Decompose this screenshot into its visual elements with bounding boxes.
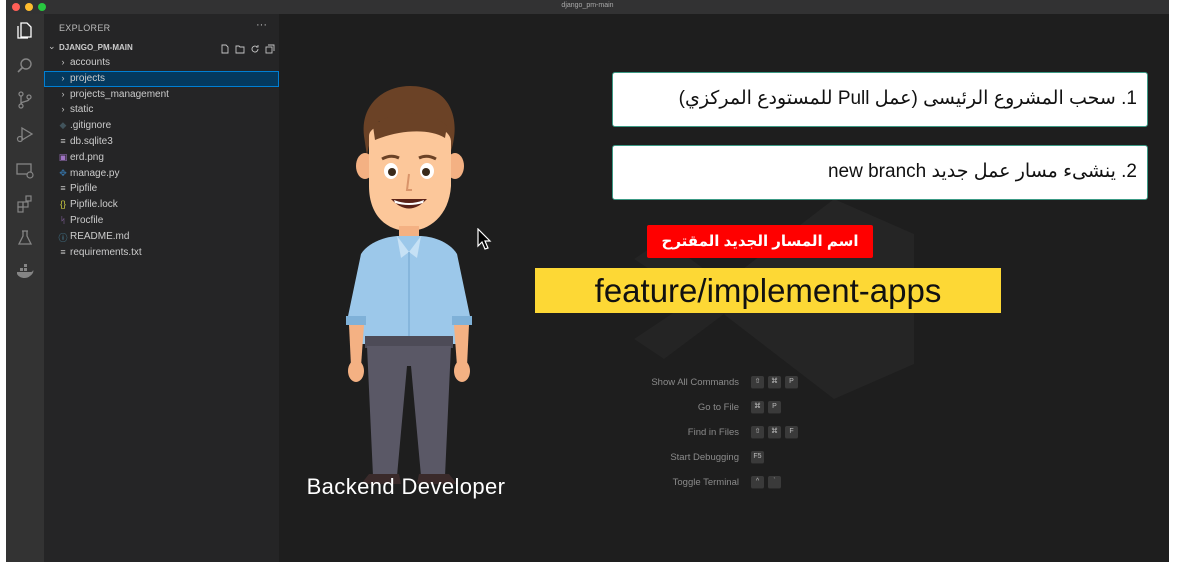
ctrl-key: ^ xyxy=(751,476,764,489)
file-lines-icon: ≡ xyxy=(60,136,66,146)
tree-item-label: manage.py xyxy=(70,167,120,179)
tree-item[interactable]: ≡ db.sqlite3 xyxy=(44,134,279,150)
source-control-icon[interactable] xyxy=(15,90,35,110)
shortcut-label: Find in Files xyxy=(687,427,739,438)
p-key: P xyxy=(768,401,781,414)
tree-item-label: static xyxy=(70,104,94,116)
info-icon: ⓘ xyxy=(58,232,68,243)
file-lines-icon: ≡ xyxy=(60,183,66,194)
tree-item-label: accounts xyxy=(70,57,111,68)
chevron-down-icon: ⌄ xyxy=(48,41,56,51)
refresh-icon[interactable] xyxy=(250,41,260,53)
project-name: DJANGO_PM-MAIN xyxy=(59,43,133,52)
new-file-icon[interactable] xyxy=(220,41,230,54)
tree-item-label: Pipfile.lock xyxy=(70,199,118,211)
tree-item[interactable]: ≡ requirements.txt xyxy=(44,245,279,261)
tree-item[interactable]: ✥ manage.py xyxy=(44,166,279,182)
tree-item-label: Pipfile xyxy=(70,183,98,195)
backend-developer-illustration xyxy=(346,86,472,484)
shortcut-find-in-files[interactable]: Find in Files ⇧ ⌘ F xyxy=(574,426,844,440)
tree-item-label: .gitignore xyxy=(70,120,112,132)
cmd-key: ⌘ xyxy=(751,401,764,414)
shortcut-go-to-file[interactable]: Go to File ⌘ P xyxy=(574,401,844,415)
new-folder-icon[interactable] xyxy=(235,41,245,54)
step-2-callout: 2. ينشىء مسار عمل جديد new branch xyxy=(612,145,1148,200)
extensions-icon[interactable] xyxy=(15,194,35,214)
tree-item-label: README.md xyxy=(70,230,130,242)
tree-item-label: projects_management xyxy=(70,88,169,100)
explorer-icon[interactable] xyxy=(15,20,35,40)
tree-item[interactable]: › projects xyxy=(44,70,279,87)
tree-item[interactable]: ▣ erd.png xyxy=(44,150,279,166)
python-icon: ✥ xyxy=(59,167,67,178)
shortcut-label: Go to File xyxy=(697,402,739,413)
run-debug-icon[interactable] xyxy=(15,124,35,144)
remote-explorer-icon[interactable] xyxy=(15,160,35,180)
shortcut-label: Show All Commands xyxy=(651,377,739,388)
tree-item-label: db.sqlite3 xyxy=(70,136,113,147)
backtick-key: ` xyxy=(768,476,781,489)
chevron-right-icon: › xyxy=(61,88,65,99)
project-root[interactable]: ⌄ DJANGO_PM-MAIN xyxy=(46,41,275,55)
explorer-sidebar: EXPLORER ··· ⌄ DJANGO_PM-MAIN › accounts ›… xyxy=(44,14,279,562)
suggested-branch-label: اسم المسار الجديد المقترح xyxy=(647,225,873,258)
activity-bar xyxy=(6,14,44,562)
tree-item-label: erd.png xyxy=(70,151,104,163)
shortcut-label: Start Debugging xyxy=(670,452,739,463)
collapse-all-icon[interactable] xyxy=(265,41,275,54)
tree-item[interactable]: ≡ Pipfile xyxy=(44,181,279,197)
tree-item[interactable]: › static xyxy=(44,102,279,118)
shortcut-toggle-terminal[interactable]: Toggle Terminal ^ ` xyxy=(574,476,844,490)
heroku-icon: ᛋ xyxy=(60,215,66,225)
vscode-window: django_pm-main EXPLORER ··· ⌄ DJANGO_PM-… xyxy=(6,0,1169,562)
tree-item[interactable]: {} Pipfile.lock xyxy=(44,197,279,213)
chevron-right-icon: › xyxy=(61,57,65,67)
cmd-key: ⌘ xyxy=(768,376,781,389)
json-braces-icon: {} xyxy=(59,199,66,210)
search-icon[interactable] xyxy=(15,56,35,76)
image-file-icon: ▣ xyxy=(58,151,68,162)
title-bar: django_pm-main xyxy=(6,0,1169,14)
shortcut-start-debugging[interactable]: Start Debugging F5 xyxy=(574,451,844,465)
shortcut-label: Toggle Terminal xyxy=(672,477,739,488)
tree-item[interactable]: ⓘ README.md xyxy=(44,229,279,245)
step-1-callout: 1. سحب المشروع الرئيسى (عمل Pull للمستود… xyxy=(612,72,1148,127)
tree-item-label: projects xyxy=(70,72,106,84)
mouse-pointer-icon xyxy=(477,228,492,250)
shortcut-show-all-commands[interactable]: Show All Commands ⇧ ⌘ P xyxy=(574,376,844,390)
testing-icon[interactable] xyxy=(15,228,35,248)
chevron-right-icon: › xyxy=(61,104,65,115)
cmd-key: ⌘ xyxy=(768,426,781,439)
tree-item[interactable]: › projects_management xyxy=(44,87,279,103)
window-title: django_pm-main xyxy=(561,2,614,9)
tree-item-label: requirements.txt xyxy=(70,246,142,258)
character-caption: Backend Developer xyxy=(306,474,506,499)
f5-key: F5 xyxy=(751,451,764,464)
editor-area: 1. سحب المشروع الرئيسى (عمل Pull للمستود… xyxy=(279,14,1169,562)
git-icon: ◆ xyxy=(59,120,67,131)
file-lines-icon: ≡ xyxy=(60,246,66,257)
tree-item-label: Procfile xyxy=(70,215,104,226)
explorer-header: EXPLORER xyxy=(59,23,111,33)
shift-key: ⇧ xyxy=(751,426,764,439)
docker-icon[interactable] xyxy=(15,262,35,282)
tree-item[interactable]: › accounts xyxy=(44,55,279,71)
p-key: P xyxy=(785,376,798,389)
tree-item[interactable]: ᛋ Procfile xyxy=(44,213,279,229)
f-key: F xyxy=(785,426,798,439)
more-actions-icon[interactable]: ··· xyxy=(256,19,267,31)
branch-name-banner: feature/implement-apps xyxy=(535,268,1001,313)
tree-item[interactable]: ◆ .gitignore xyxy=(44,118,279,134)
shift-key: ⇧ xyxy=(751,376,764,389)
chevron-right-icon: › xyxy=(61,72,65,83)
